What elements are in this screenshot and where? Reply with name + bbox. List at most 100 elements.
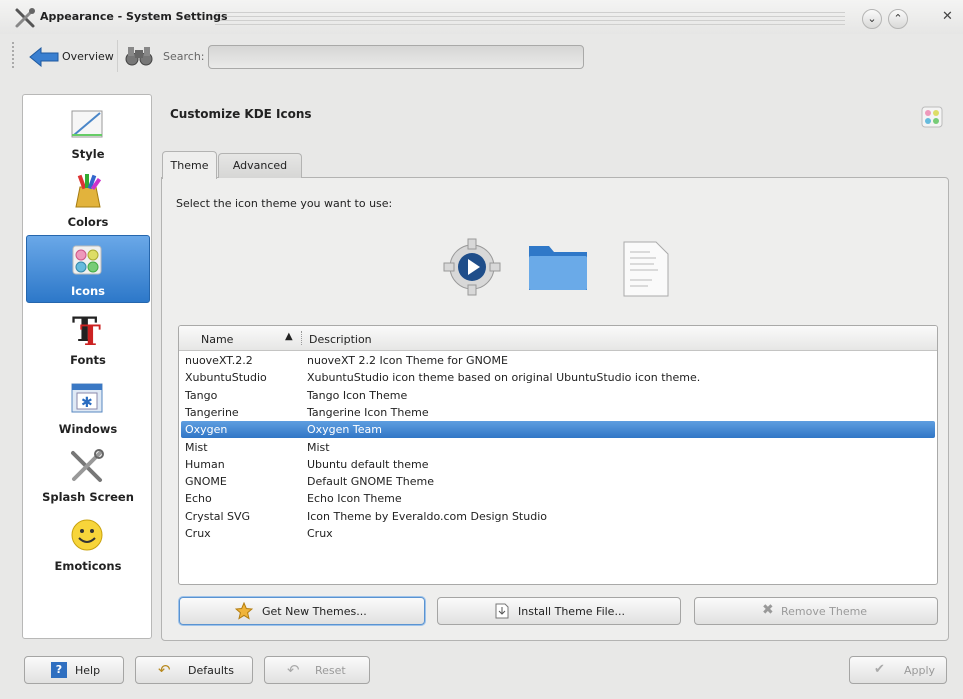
toolbar-grip[interactable]: [12, 42, 17, 68]
colors-icon: [75, 174, 102, 208]
close-button[interactable]: ✕: [942, 9, 953, 24]
style-icon: [71, 110, 103, 138]
button-label: Apply: [904, 664, 936, 677]
theme-name: GNOME: [185, 475, 227, 489]
theme-name: nuoveXT.2.2: [185, 354, 253, 367]
sidebar-item-label: Splash Screen: [42, 490, 134, 504]
splash-screen-icon: [71, 449, 104, 482]
folder-icon: [529, 246, 587, 290]
column-header-name[interactable]: Name: [201, 333, 233, 346]
window-title: Appearance - System Settings: [40, 10, 228, 23]
table-row[interactable]: Mist Mist: [181, 439, 935, 456]
search-label: Search:: [163, 50, 205, 63]
theme-description: XubuntuStudio icon theme based on origin…: [307, 371, 701, 385]
get-new-themes-button[interactable]: Get New Themes...: [179, 597, 425, 625]
close-icon: ✕: [942, 9, 953, 24]
sidebar-item-windows[interactable]: ✱ Windows: [27, 374, 149, 440]
text-document-icon: [623, 241, 669, 297]
instruction-text: Select the icon theme you want to use:: [176, 197, 393, 210]
theme-name: Crystal SVG: [185, 509, 251, 523]
sidebar-item-label: Fonts: [70, 353, 106, 367]
apply-button[interactable]: ✔ Apply: [849, 656, 947, 684]
theme-name: Oxygen: [185, 423, 228, 437]
page-title: Customize KDE Icons: [170, 107, 312, 121]
table-row[interactable]: XubuntuStudio XubuntuStudio icon theme ba…: [181, 369, 935, 386]
maximize-button[interactable]: ⌃: [888, 9, 908, 29]
chevron-up-icon: ⌃: [893, 12, 903, 25]
reset-icon: ↶: [287, 661, 300, 679]
sidebar-item-icons[interactable]: Icons: [26, 235, 150, 303]
sidebar-item-style[interactable]: Style: [27, 99, 149, 165]
gear-play-icon: [443, 238, 501, 296]
sidebar-item-colors[interactable]: Colors: [27, 167, 149, 233]
star-icon: [235, 602, 253, 620]
table-row[interactable]: Human Ubuntu default theme: [181, 456, 935, 473]
column-separator[interactable]: [301, 331, 302, 345]
configure-icon[interactable]: [921, 106, 943, 128]
toolbar-separator: [117, 40, 118, 72]
table-row[interactable]: Crux Crux: [181, 525, 935, 542]
tab-label: Theme: [170, 159, 209, 172]
theme-name: Crux: [185, 527, 211, 540]
table-row[interactable]: Echo Echo Icon Theme: [181, 490, 935, 507]
install-file-icon: [495, 603, 509, 619]
theme-name: Tangerine: [185, 405, 239, 419]
table-row[interactable]: nuoveXT.2.2 nuoveXT 2.2 Icon Theme for GN…: [181, 352, 935, 369]
button-label: Reset: [315, 664, 346, 677]
tab-theme[interactable]: Theme: [162, 151, 217, 179]
minimize-button[interactable]: ⌄: [862, 9, 882, 29]
reset-button[interactable]: ↶ Reset: [264, 656, 370, 684]
defaults-icon: ↶: [158, 661, 171, 679]
theme-description: nuoveXT 2.2 Icon Theme for GNOME: [307, 354, 508, 367]
button-label: Get New Themes...: [262, 605, 367, 618]
tab-label: Advanced: [232, 159, 288, 172]
sort-ascending-icon[interactable]: ▲: [285, 331, 293, 342]
theme-name: Mist: [185, 440, 208, 454]
table-row[interactable]: Oxygen Oxygen Team: [181, 421, 935, 439]
install-theme-file-button[interactable]: Install Theme File...: [437, 597, 681, 625]
button-label: Remove Theme: [781, 605, 868, 618]
theme-name: Tango: [185, 388, 218, 402]
theme-name: XubuntuStudio: [185, 371, 267, 385]
theme-description: Default GNOME Theme: [307, 475, 434, 489]
theme-description: Tangerine Icon Theme: [307, 405, 429, 419]
sidebar-item-emoticons[interactable]: Emoticons: [27, 511, 149, 577]
icon-theme-list[interactable]: Name ▲ Description nuoveXT.2.2 nuoveXT 2.…: [178, 325, 938, 585]
theme-description: Crux: [307, 527, 333, 540]
list-header: Name ▲ Description: [179, 326, 937, 351]
button-label: Install Theme File...: [518, 605, 625, 618]
sidebar-item-fonts[interactable]: T T Fonts: [27, 305, 149, 371]
overview-button[interactable]: Overview: [24, 44, 114, 68]
tab-advanced[interactable]: Advanced: [218, 153, 302, 178]
fonts-icon: T T: [72, 311, 101, 347]
windows-icon: ✱: [71, 383, 103, 413]
table-row[interactable]: GNOME Default GNOME Theme: [181, 473, 935, 490]
table-row[interactable]: Crystal SVG Icon Theme by Everaldo.com De…: [181, 508, 935, 525]
back-arrow-icon: [29, 47, 59, 67]
table-row[interactable]: Tangerine Tangerine Icon Theme: [181, 404, 935, 421]
sidebar-item-splash-screen[interactable]: Splash Screen: [27, 442, 149, 508]
check-icon: ✔: [874, 662, 885, 677]
icons-icon: [72, 245, 102, 275]
sidebar-item-label: Style: [71, 147, 105, 161]
theme-description: Echo Icon Theme: [307, 492, 402, 506]
theme-name: Human: [185, 457, 225, 471]
sidebar-item-label: Colors: [67, 215, 109, 229]
button-label: Help: [75, 664, 101, 677]
column-header-description[interactable]: Description: [309, 333, 372, 346]
help-icon: ?: [51, 662, 67, 678]
emoticons-icon: [71, 519, 103, 551]
system-settings-icon: [15, 8, 35, 28]
binoculars-icon: [125, 47, 153, 66]
remove-theme-button[interactable]: ✖ Remove Theme: [694, 597, 938, 625]
table-row[interactable]: Tango Tango Icon Theme: [181, 387, 935, 404]
sidebar-item-label: Windows: [58, 422, 118, 436]
theme-name: Echo: [185, 492, 212, 506]
svg-text:T: T: [80, 319, 101, 347]
help-button[interactable]: ? Help: [24, 656, 124, 684]
overview-label: Overview: [62, 50, 114, 63]
defaults-button[interactable]: ↶ Defaults: [135, 656, 253, 684]
search-input[interactable]: [208, 45, 584, 69]
theme-description: Mist: [307, 440, 330, 454]
theme-description: Ubuntu default theme: [307, 457, 429, 471]
